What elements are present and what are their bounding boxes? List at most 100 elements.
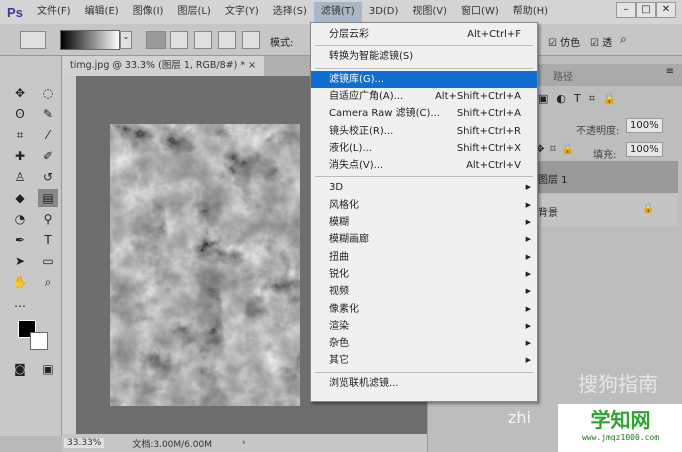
menu-item-label: 镜头校正(R)... bbox=[329, 125, 394, 137]
menu-4[interactable]: 文字(Y) bbox=[218, 2, 266, 22]
shape-tool-icon[interactable]: ▭ bbox=[38, 252, 58, 270]
filter-submenu-item[interactable]: 其它 ▶ bbox=[311, 352, 537, 369]
chevron-down-icon[interactable]: ⌄ bbox=[120, 31, 132, 49]
menu-item-label: 消失点(V)... bbox=[329, 160, 384, 172]
transparency-checkbox[interactable]: ☑ 透 bbox=[590, 34, 612, 49]
menu-10[interactable]: 帮助(H) bbox=[506, 2, 555, 22]
radial-gradient-button[interactable] bbox=[170, 31, 188, 49]
reflected-gradient-button[interactable] bbox=[218, 31, 236, 49]
menu-3[interactable]: 图层(L) bbox=[170, 2, 217, 22]
filter-submenu-item[interactable]: 杂色 ▶ bbox=[311, 335, 537, 352]
browse-online-filters[interactable]: 浏览联机滤镜... bbox=[311, 375, 537, 392]
menu-item-label: 视频 bbox=[329, 286, 349, 298]
watermark-url: www.jmqz1000.com bbox=[581, 433, 660, 442]
opacity-input[interactable]: 100% bbox=[626, 118, 663, 133]
blur-tool-icon[interactable]: ◔ bbox=[10, 210, 30, 228]
zoom-level[interactable]: 33.33% bbox=[64, 438, 105, 448]
status-menu-arrow[interactable]: › bbox=[242, 438, 246, 448]
tab-paths[interactable]: 路径 bbox=[553, 68, 573, 83]
filter-submenu-item[interactable]: 扭曲 ▶ bbox=[311, 249, 537, 266]
maximize-button[interactable]: □ bbox=[636, 2, 656, 18]
dodge-tool-icon[interactable]: ⚲ bbox=[38, 210, 58, 228]
dither-checkbox[interactable]: ☑ 仿色 bbox=[548, 34, 580, 49]
menu-item-label: 模糊 bbox=[329, 217, 349, 228]
document-tab[interactable]: timg.jpg @ 33.3% (图层 1, RGB/8#) * × bbox=[62, 56, 265, 76]
menu-item-label: 其它 bbox=[329, 355, 349, 367]
filter-menu-item[interactable]: Camera Raw 滤镜(C)... Shift+Ctrl+A bbox=[311, 105, 537, 122]
filter-submenu-item[interactable]: 像素化 ▶ bbox=[311, 301, 537, 318]
filter-menu-item[interactable]: 镜头校正(R)... Shift+Ctrl+R bbox=[311, 123, 537, 140]
marquee-tool-icon[interactable]: ◌ bbox=[38, 84, 58, 102]
type-tool-icon[interactable]: T bbox=[38, 231, 58, 249]
background-color[interactable] bbox=[30, 332, 48, 350]
menu-7[interactable]: 3D(D) bbox=[362, 2, 406, 22]
filter-menu-item[interactable]: 滤镜库(G)... bbox=[311, 70, 537, 88]
menu-5[interactable]: 选择(S) bbox=[266, 2, 314, 22]
filter-menu-item[interactable]: 消失点(V)... Alt+Ctrl+V bbox=[311, 157, 537, 174]
eraser-icon[interactable]: ◆ bbox=[10, 189, 30, 207]
magic-wand-icon[interactable]: ✎ bbox=[38, 105, 58, 123]
close-tab-icon[interactable]: × bbox=[248, 60, 256, 71]
move-tool-icon[interactable]: ✥ bbox=[10, 84, 30, 102]
menu-9[interactable]: 窗口(W) bbox=[454, 2, 506, 22]
history-brush-icon[interactable]: ↺ bbox=[38, 168, 58, 186]
zoom-tool-icon[interactable]: ⌕ bbox=[38, 273, 58, 291]
gradient-tool-icon[interactable]: ▤ bbox=[38, 189, 58, 207]
panel-menu-icon[interactable]: ≡ bbox=[666, 66, 674, 77]
menu-item-label: 滤镜库(G)... bbox=[329, 73, 385, 85]
pen-tool-icon[interactable]: ✒ bbox=[10, 231, 30, 249]
clone-stamp-icon[interactable]: ♙ bbox=[10, 168, 30, 186]
more-tools-icon[interactable]: … bbox=[10, 294, 30, 312]
tools-panel: ✥ ◌ ʘ ✎ ⌗ ⁄ ✚ ✐ ♙ ↺ ◆ ▤ ◔ ⚲ ✒ T ➤ ▭ ✋ ⌕ … ◙ ▣ bbox=[0, 56, 62, 436]
diamond-gradient-button[interactable] bbox=[242, 31, 260, 49]
menu-8[interactable]: 视图(V) bbox=[405, 2, 454, 22]
menu-separator bbox=[315, 45, 533, 47]
filter-menu-item[interactable]: 转换为智能滤镜(S) bbox=[311, 48, 537, 65]
fill-input[interactable]: 100% bbox=[626, 142, 663, 157]
lasso-tool-icon[interactable]: ʘ bbox=[10, 105, 30, 123]
lock-icons[interactable]: ✥⌑🔒 bbox=[536, 144, 580, 155]
lock-icon: 🔒 bbox=[642, 203, 655, 214]
filter-menu-item[interactable]: 自适应广角(A)... Alt+Shift+Ctrl+A bbox=[311, 88, 537, 105]
gradient-picker[interactable] bbox=[60, 30, 120, 50]
dither-label: 仿色 bbox=[560, 38, 581, 49]
filter-submenu-item[interactable]: 模糊画廊 ▶ bbox=[311, 231, 537, 248]
filter-submenu-item[interactable]: 锐化 ▶ bbox=[311, 266, 537, 283]
submenu-arrow-icon: ▶ bbox=[525, 356, 531, 365]
screen-mode-icon[interactable]: ▣ bbox=[38, 360, 58, 378]
mode-label: 模式: bbox=[270, 38, 294, 49]
hand-tool-icon[interactable]: ✋ bbox=[10, 273, 30, 291]
close-button[interactable]: ✕ bbox=[656, 2, 676, 18]
menu-item-label: 3D bbox=[329, 182, 344, 194]
menu-0[interactable]: 文件(F) bbox=[30, 2, 78, 22]
minimize-button[interactable]: – bbox=[616, 2, 636, 18]
filter-submenu-item[interactable]: 风格化 ▶ bbox=[311, 197, 537, 214]
submenu-arrow-icon: ▶ bbox=[525, 269, 531, 278]
healing-brush-icon[interactable]: ✚ bbox=[10, 147, 30, 165]
opacity-label: 不透明度: bbox=[576, 126, 620, 137]
quick-mask-icon[interactable]: ◙ bbox=[10, 360, 30, 378]
tool-preset-picker[interactable] bbox=[20, 31, 46, 49]
filter-menu-item[interactable]: 分层云彩 Alt+Ctrl+F bbox=[311, 26, 537, 43]
brush-tool-icon[interactable]: ✐ bbox=[38, 147, 58, 165]
filter-submenu-item[interactable]: 渲染 ▶ bbox=[311, 318, 537, 335]
search-icon[interactable]: ⌕ bbox=[620, 32, 627, 47]
layer-filter-icons[interactable]: ▣◐T⌗🔒 bbox=[538, 92, 625, 106]
filter-menu-item[interactable]: 液化(L)... Shift+Ctrl+X bbox=[311, 140, 537, 157]
menu-separator bbox=[315, 176, 533, 178]
menu-separator bbox=[315, 67, 533, 69]
filter-submenu-item[interactable]: 视频 ▶ bbox=[311, 283, 537, 300]
menu-1[interactable]: 编辑(E) bbox=[78, 2, 126, 22]
filter-submenu-item[interactable]: 3D ▶ bbox=[311, 179, 537, 196]
menu-2[interactable]: 图像(I) bbox=[126, 2, 171, 22]
crop-tool-icon[interactable]: ⌗ bbox=[10, 126, 30, 144]
eyedropper-icon[interactable]: ⁄ bbox=[38, 126, 58, 144]
linear-gradient-button[interactable] bbox=[146, 31, 166, 49]
angle-gradient-button[interactable] bbox=[194, 31, 212, 49]
menu-item-label: 分层云彩 bbox=[329, 29, 369, 40]
path-select-icon[interactable]: ➤ bbox=[10, 252, 30, 270]
submenu-arrow-icon: ▶ bbox=[525, 200, 531, 209]
menu-6[interactable]: 滤镜(T) bbox=[313, 2, 362, 22]
menu-separator bbox=[315, 371, 533, 373]
filter-submenu-item[interactable]: 模糊 ▶ bbox=[311, 214, 537, 231]
